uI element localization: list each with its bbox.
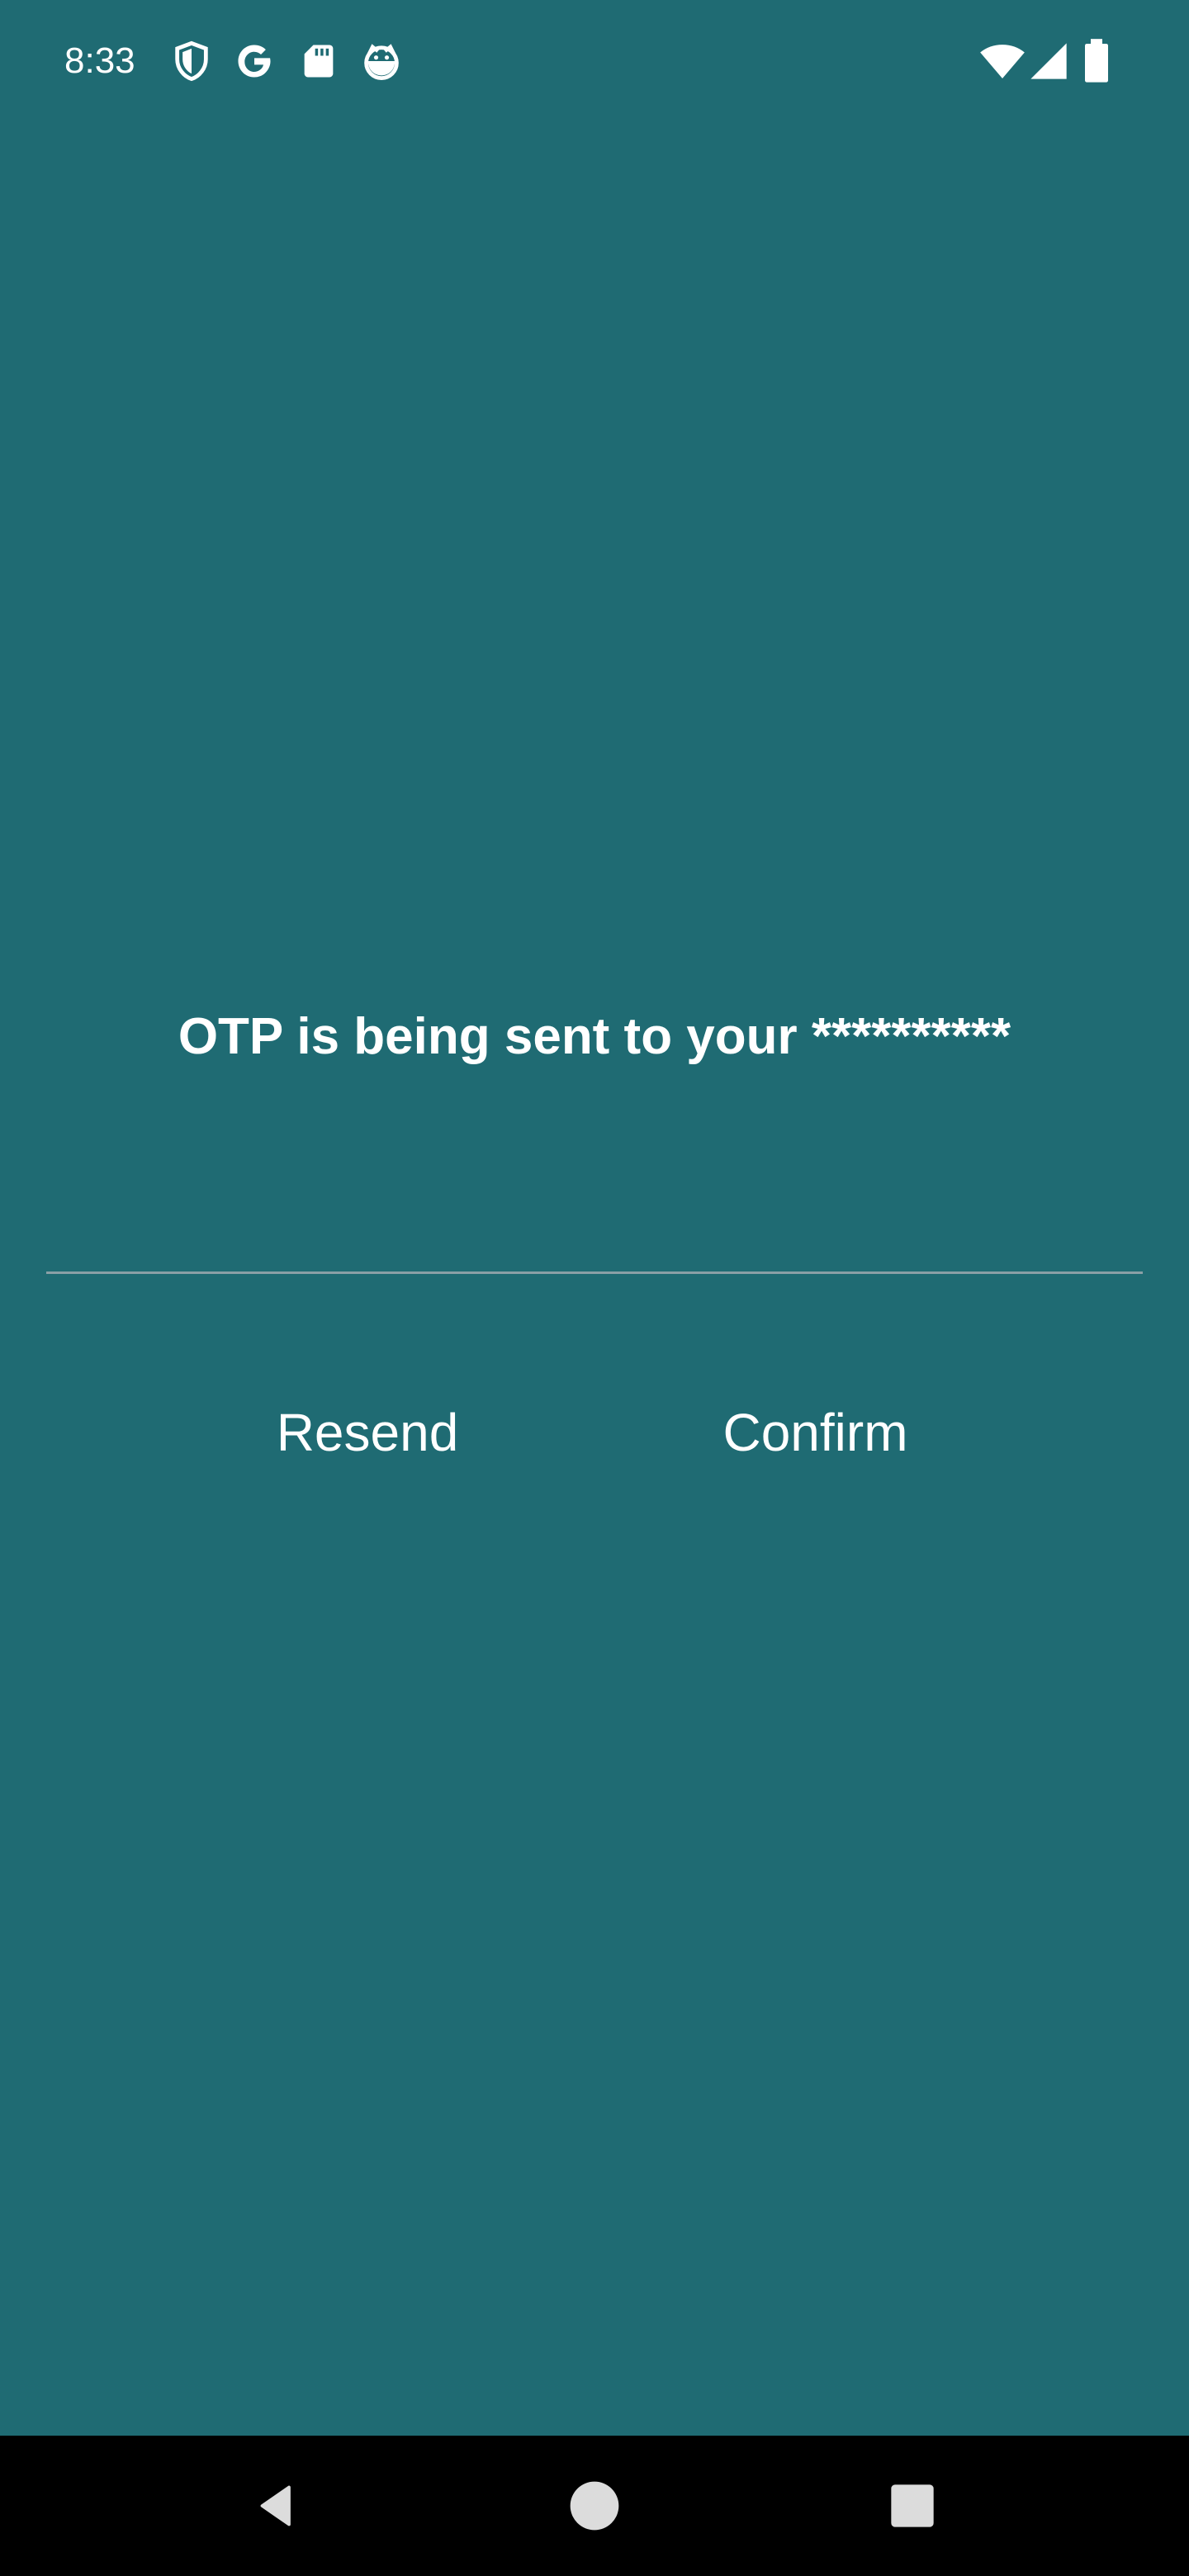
navigation-bar [0, 2436, 1189, 2576]
google-icon [233, 40, 276, 83]
wifi-icon [979, 38, 1026, 84]
otp-input[interactable] [46, 1156, 1143, 1274]
recents-button[interactable] [842, 2436, 983, 2576]
home-button[interactable] [524, 2436, 665, 2576]
resend-button[interactable]: Resend [248, 1387, 487, 1478]
confirm-button[interactable]: Confirm [694, 1387, 937, 1478]
status-time: 8:33 [64, 40, 135, 81]
battery-icon [1080, 38, 1113, 84]
cellular-signal-icon [1027, 40, 1070, 83]
face-icon [360, 40, 403, 83]
otp-message: OTP is being sent to your ********** [178, 1008, 1011, 1065]
status-bar: 8:33 [0, 0, 1189, 121]
recents-icon [891, 2484, 934, 2527]
back-button[interactable] [206, 2436, 347, 2576]
shield-icon [170, 40, 213, 83]
sd-card-icon [297, 40, 340, 83]
back-icon [260, 2485, 291, 2526]
home-icon [570, 2481, 619, 2531]
